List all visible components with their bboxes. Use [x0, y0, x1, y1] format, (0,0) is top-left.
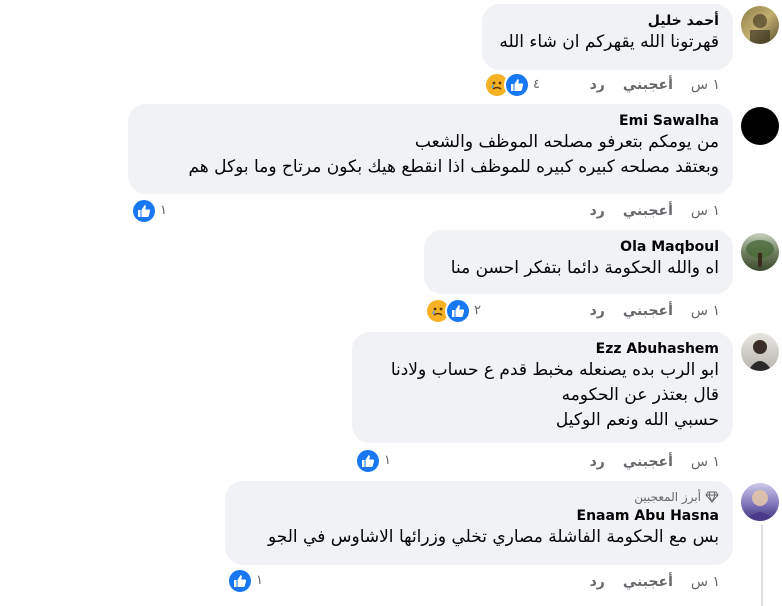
- avatar[interactable]: [741, 6, 779, 44]
- comment-actions: ١ س أعجبني رد: [590, 201, 720, 221]
- avatar[interactable]: [741, 333, 779, 371]
- comment-author[interactable]: Ola Maqboul: [620, 238, 719, 256]
- reaction-count: ٤: [533, 77, 540, 92]
- comment-bubble: Ola Maqboul اه والله الحكومة دائما بتفكر…: [424, 230, 733, 294]
- comment-author[interactable]: أحمد خليل: [648, 12, 719, 30]
- like-reaction-icon: [504, 72, 530, 98]
- like-reaction-icon: [131, 198, 157, 224]
- thread-line: [761, 525, 763, 606]
- avatar[interactable]: [741, 233, 779, 271]
- avatar-image: [747, 490, 773, 521]
- diamond-icon: [705, 491, 719, 503]
- reactions-summary[interactable]: ١: [227, 568, 263, 594]
- reply-button[interactable]: رد: [590, 301, 605, 321]
- comment-time[interactable]: ١ س: [691, 572, 720, 592]
- reply-button[interactable]: رد: [590, 201, 605, 221]
- avatar[interactable]: [741, 107, 779, 145]
- avatar-image: [748, 340, 772, 371]
- like-button[interactable]: أعجبني: [623, 201, 673, 221]
- reaction-count: ١: [160, 203, 167, 218]
- comment-time[interactable]: ١ س: [691, 75, 720, 95]
- comment-actions: ١ س أعجبني رد: [590, 75, 720, 95]
- comment-text: قهرتونا الله يقهركم ان شاء الله: [499, 32, 719, 52]
- reactions-summary[interactable]: ١: [355, 448, 391, 474]
- comment-bubble: Emi Sawalha من يومكم بتعرفو مصلحه الموظف…: [128, 104, 733, 194]
- comment-actions: ١ س أعجبني رد: [590, 572, 720, 592]
- comment-text: بس مع الحكومة الفاشلة مصاري تخلي وزرائها…: [267, 527, 719, 547]
- reactions-summary[interactable]: ٤: [484, 72, 540, 98]
- comment-bubble: أبرز المعجبين Enaam Abu Hasna بس مع الحك…: [225, 481, 733, 565]
- reply-button[interactable]: رد: [590, 452, 605, 472]
- top-fan-badge: أبرز المعجبين: [239, 489, 719, 505]
- comment-text-line-1: من يومكم بتعرفو مصلحه الموظف والشعب: [414, 132, 719, 152]
- comment-text-line-1: ابو الرب بده يصنعله مخبط قدم ع حساب ولاد…: [390, 360, 719, 380]
- comment-text-line-3: حسبي الله ونعم الوكيل: [555, 410, 719, 430]
- like-reaction-icon: [227, 568, 253, 594]
- comment-time[interactable]: ١ س: [691, 201, 720, 221]
- like-reaction-icon: [355, 448, 381, 474]
- comment-author[interactable]: Ezz Abuhashem: [596, 340, 719, 358]
- avatar[interactable]: [741, 483, 779, 521]
- comment-text-line-2: قال بعتذر عن الحكومه: [561, 385, 719, 405]
- comment-text: اه والله الحكومة دائما بتفكر احسن منا: [450, 258, 719, 278]
- comment-time[interactable]: ١ س: [691, 301, 720, 321]
- reaction-count: ٢: [474, 303, 481, 318]
- reaction-count: ١: [384, 453, 391, 468]
- reply-button[interactable]: رد: [590, 75, 605, 95]
- comment-author[interactable]: Enaam Abu Hasna: [577, 507, 720, 525]
- like-button[interactable]: أعجبني: [623, 572, 673, 592]
- like-button[interactable]: أعجبني: [623, 301, 673, 321]
- avatar-image: [746, 240, 774, 267]
- like-reaction-icon: [445, 298, 471, 324]
- comment-bubble: Ezz Abuhashem ابو الرب بده يصنعله مخبط ق…: [352, 332, 733, 443]
- comment-text-line-2: وبعتقد مصلحه كبيره كبيره للموظف اذا انقط…: [188, 157, 719, 177]
- comment-time[interactable]: ١ س: [691, 452, 720, 472]
- avatar-image: [750, 14, 770, 44]
- comment-actions: ١ س أعجبني رد: [590, 301, 720, 321]
- top-fan-label: أبرز المعجبين: [634, 490, 701, 504]
- reaction-count: ١: [256, 573, 263, 588]
- like-button[interactable]: أعجبني: [623, 452, 673, 472]
- reactions-summary[interactable]: ١: [131, 198, 167, 224]
- reply-button[interactable]: رد: [590, 572, 605, 592]
- reactions-summary[interactable]: ٢: [425, 298, 481, 324]
- comment-author[interactable]: Emi Sawalha: [619, 112, 719, 130]
- comment-bubble: أحمد خليل قهرتونا الله يقهركم ان شاء الل…: [482, 4, 733, 70]
- comment-actions: ١ س أعجبني رد: [590, 452, 720, 472]
- like-button[interactable]: أعجبني: [623, 75, 673, 95]
